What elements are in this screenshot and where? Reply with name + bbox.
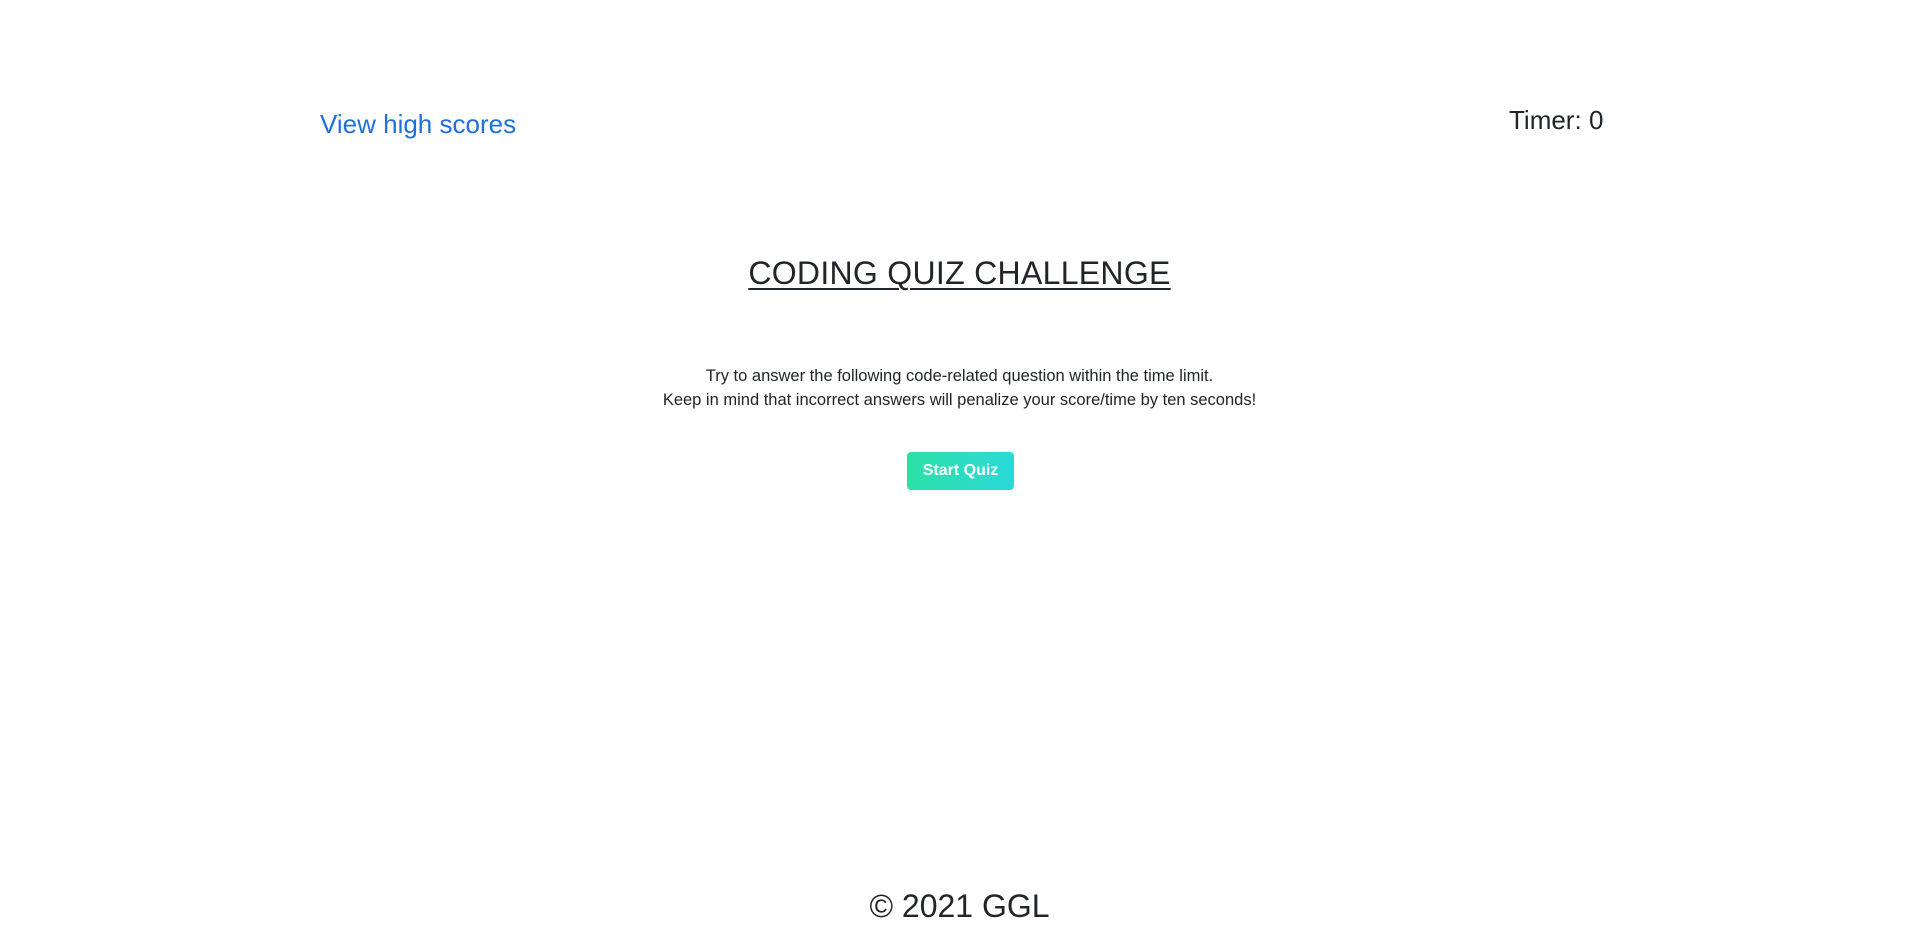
quiz-instructions: Try to answer the following code-related… [0, 364, 1910, 412]
quiz-page: View high scores Timer: 0 CODING QUIZ CH… [0, 0, 1910, 927]
timer-value: 0 [1588, 105, 1604, 135]
timer-display: Timer: 0 [1509, 103, 1603, 137]
timer-label: Timer: [1509, 105, 1582, 135]
footer-copyright: © 2021 GGL [869, 888, 1050, 924]
start-quiz-button[interactable]: Start Quiz [907, 452, 1014, 490]
page-title: CODING QUIZ CHALLENGE [748, 255, 1171, 291]
instruction-line-1: Try to answer the following code-related… [705, 367, 1214, 385]
instruction-line-2: Keep in mind that incorrect answers will… [662, 391, 1257, 409]
view-high-scores-link[interactable]: View high scores [320, 106, 516, 142]
